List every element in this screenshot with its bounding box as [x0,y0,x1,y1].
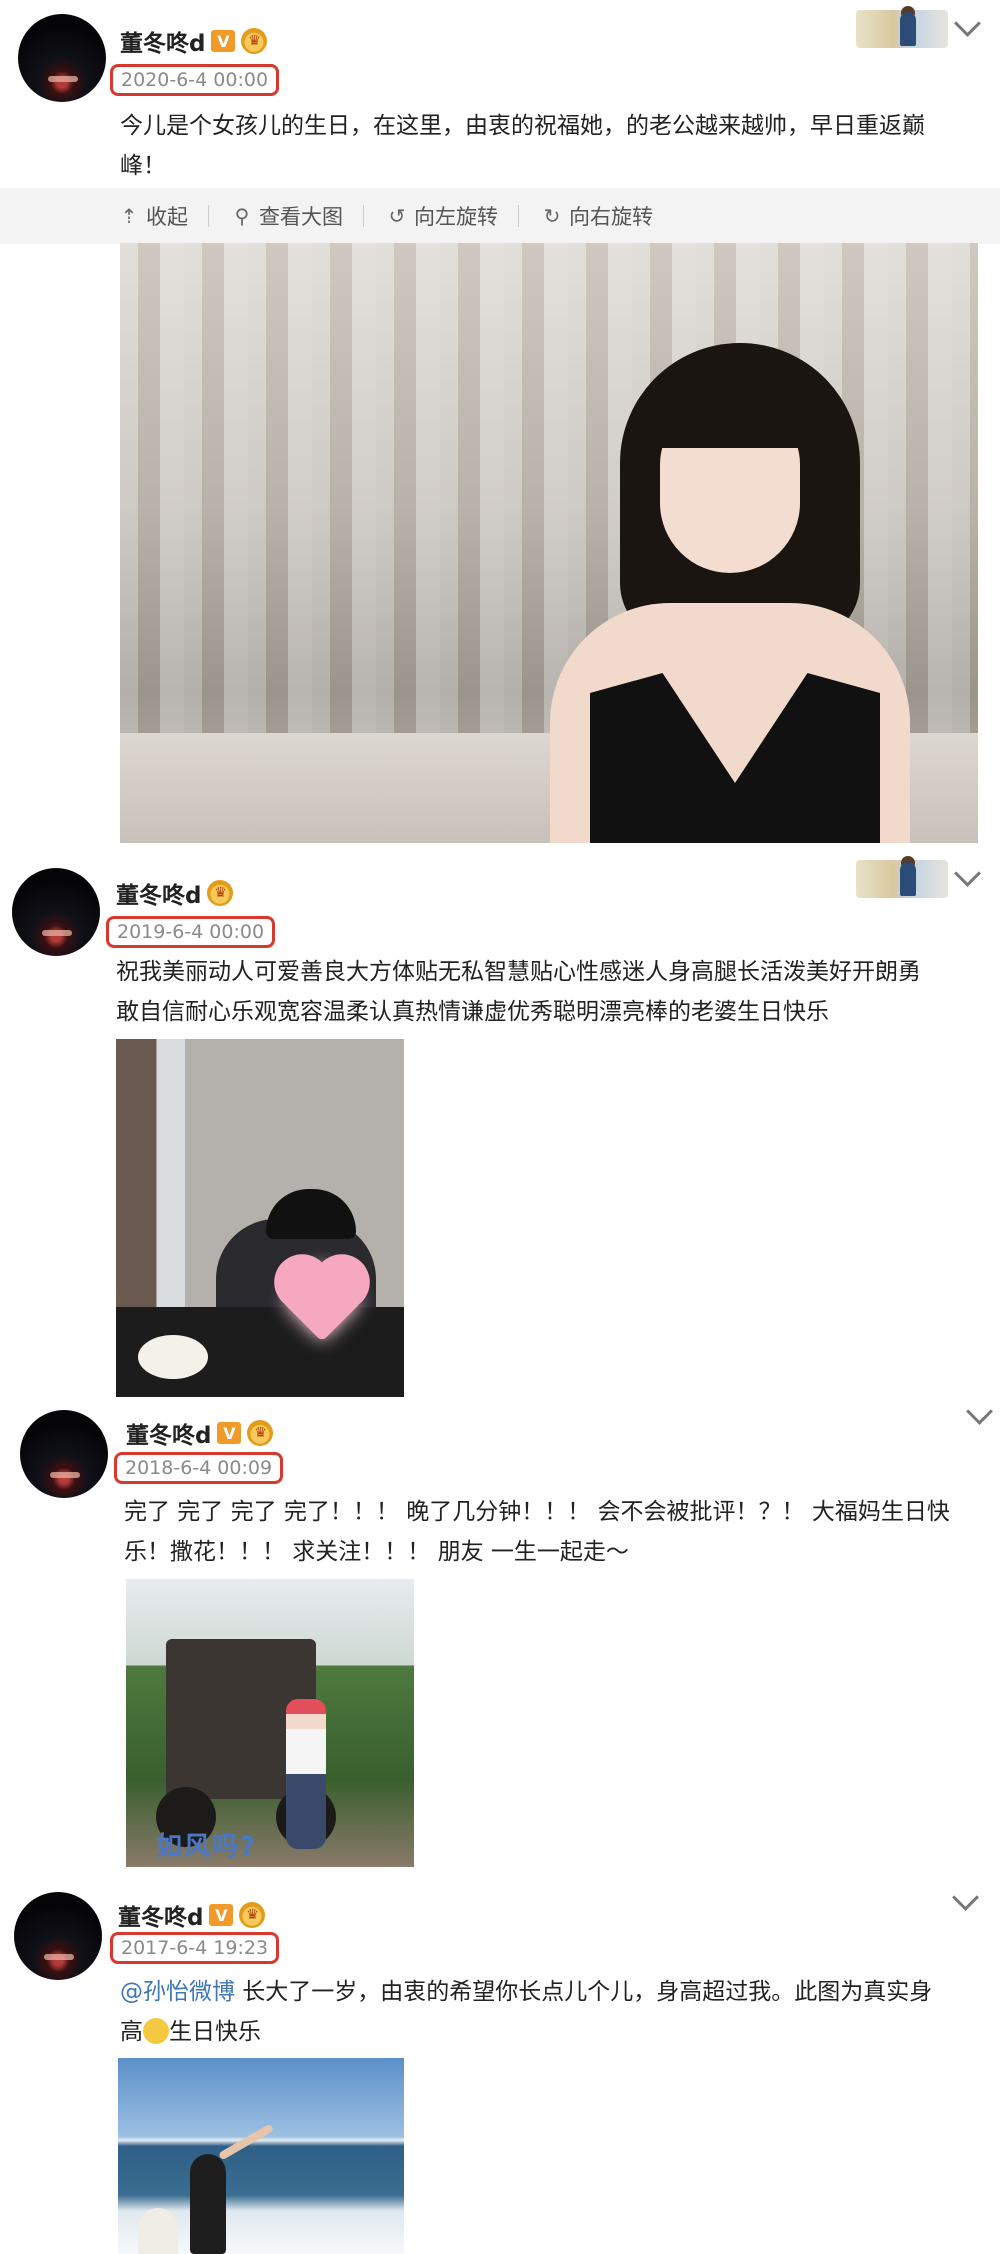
view-large-button[interactable]: ⚲ 查看大图 [231,201,343,231]
verified-badge: V [211,30,236,52]
post-timestamp[interactable]: 2020-6-4 00:00 [110,64,280,96]
post-content: 今儿是个女孩儿的生日，在这里，由衷的祝福她，的老公越来越帅，早日重返巅 峰！ [120,113,925,179]
chevron-down-icon[interactable] [954,10,981,37]
verified-badge: V [217,1422,242,1444]
post-timestamp[interactable]: 2019-6-4 00:00 [106,916,276,948]
collapse-button[interactable]: ⇡ 收起 [118,201,188,231]
sticker-image [856,856,948,898]
chevron-down-icon[interactable] [952,1884,979,1911]
image-watermark: 如风吗? [156,1832,258,1862]
chevron-down-icon[interactable] [966,1398,993,1425]
post-image[interactable]: 如风吗? [126,1579,414,1867]
post-image[interactable] [120,243,978,843]
avatar[interactable] [12,868,100,956]
mention-link[interactable]: @孙怡微博 [120,1979,235,2005]
avatar[interactable] [20,1410,108,1498]
chevron-down-icon[interactable] [954,860,981,887]
crown-badge-icon: ♛ [239,1902,266,1928]
post-content: 完了 完了 完了 完了！！！ 晚了几分钟！！！ 会不会被批评！？！ 大福妈生日快… [124,1499,950,1565]
crown-badge-icon: ♛ [241,28,268,54]
post-timestamp[interactable]: 2018-6-4 00:09 [114,1452,284,1484]
username[interactable]: 董冬咚d [120,24,205,58]
crown-badge-icon: ♛ [207,880,234,906]
post-image[interactable] [118,2058,404,2254]
sticker-image [856,6,948,48]
avatar[interactable] [18,14,106,102]
username[interactable]: 董冬咚d [118,1898,203,1932]
username[interactable]: 董冬咚d [126,1416,211,1450]
post-timestamp[interactable]: 2017-6-4 19:23 [110,1932,280,1964]
search-icon: ⚲ [234,204,250,228]
rotate-right-button[interactable]: ↻ 向右旋转 [541,201,653,231]
avatar[interactable] [14,1892,102,1980]
verified-badge: V [209,1904,234,1926]
rotate-left-button[interactable]: ↺ 向左旋转 [386,201,498,231]
post-image[interactable] [116,1039,404,1397]
crown-badge-icon: ♛ [247,1420,274,1446]
rotate-left-icon: ↺ [388,204,406,228]
post-content: @孙怡微博 长大了一岁，由衷的希望你长点儿个儿，身高超过我。此图为真实身 高生日… [120,1979,933,2045]
image-toolbar: ⇡ 收起 ⚲ 查看大图 ↺ 向左旋转 ↻ 向右旋转 [0,188,1000,244]
smile-emoji-icon [143,2018,169,2044]
post-content: 祝我美丽动人可爱善良大方体贴无私智慧贴心性感迷人身高腿长活泼美好开朗勇 敢自信耐… [116,959,921,1025]
rotate-right-icon: ↻ [543,204,561,228]
username[interactable]: 董冬咚d [116,876,201,910]
collapse-icon: ⇡ [120,204,138,228]
